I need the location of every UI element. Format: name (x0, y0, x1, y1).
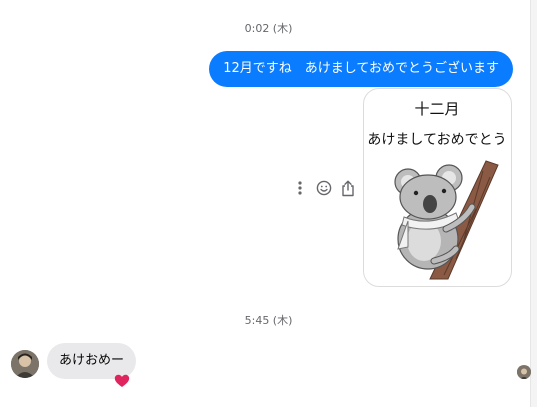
emoji-reaction-icon[interactable] (316, 179, 332, 197)
more-icon[interactable] (292, 179, 308, 197)
scrollbar[interactable] (530, 0, 537, 407)
koala-sticker-illustration: 十二月 あけましておめでとう (367, 100, 507, 280)
seen-receipt-avatar (517, 365, 531, 379)
sticker-title: 十二月 (414, 100, 459, 118)
sticker-greeting: あけましておめでとう (367, 132, 506, 148)
share-icon[interactable] (340, 179, 356, 197)
outgoing-message-bubble[interactable]: 12月ですね あけましておめでとうございます (209, 51, 513, 87)
sticker-message[interactable]: 十二月 あけましておめでとう (363, 88, 512, 287)
timestamp: 0:02 (木) (244, 22, 293, 35)
message-actions (292, 178, 356, 198)
person-avatar-icon (11, 350, 39, 378)
heart-reaction-icon[interactable] (112, 372, 132, 390)
timestamp: 5:45 (木) (244, 314, 293, 327)
avatar[interactable] (11, 350, 39, 378)
